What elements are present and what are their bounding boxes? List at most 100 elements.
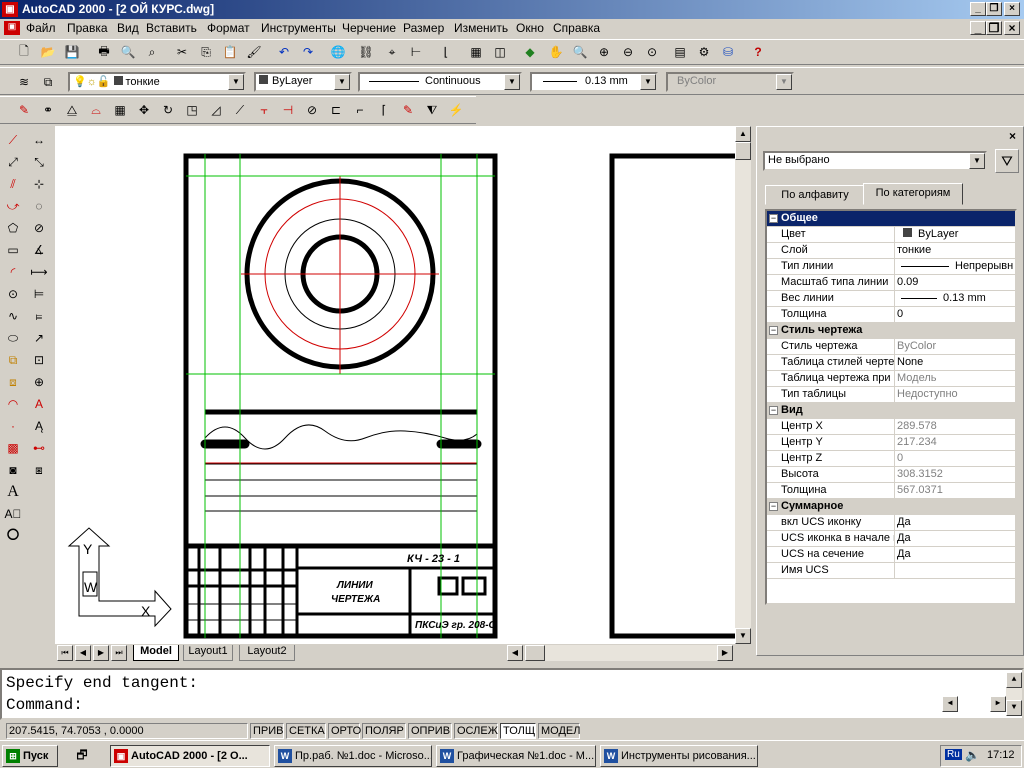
line-icon[interactable]: ⟋ — [2, 130, 24, 150]
task-word-1[interactable]: W Пр.раб. №1.doc - Microso... — [274, 745, 432, 767]
redo-icon[interactable]: ↷ — [298, 42, 318, 62]
undo-icon[interactable]: ↶ — [274, 42, 294, 62]
linear-dim-icon[interactable]: ↔ — [28, 130, 50, 150]
quicklaunch-icon[interactable]: 🗗 — [72, 746, 92, 766]
center-mark-icon[interactable]: ⊕ — [28, 372, 50, 392]
hscroll-thumb[interactable] — [525, 645, 545, 661]
lengthen-icon[interactable]: ⟋ — [230, 100, 250, 120]
offset-icon[interactable]: ⌓ — [86, 100, 106, 120]
tab-categorized[interactable]: По категориям — [863, 183, 963, 205]
ordinate-dim-icon[interactable]: ⊹ — [28, 174, 50, 194]
color-combo[interactable]: ByLayer ▼ — [254, 72, 352, 92]
toggle-model[interactable]: МОДЕЛ — [538, 723, 580, 739]
tab-first-icon[interactable]: ⏮ — [57, 645, 73, 661]
cmd-hscroll-left-icon[interactable]: ◀ — [942, 696, 958, 712]
property-value[interactable]: None — [897, 356, 1013, 368]
scale-icon[interactable]: ◳ — [182, 100, 202, 120]
hatch-icon[interactable]: ▩ — [2, 438, 24, 458]
copy-icon[interactable]: ⎘ — [196, 42, 216, 62]
matchprop-icon[interactable]: 🖌 — [244, 42, 264, 62]
help-icon[interactable]: ? — [748, 42, 768, 62]
property-value[interactable]: ByLayer — [897, 228, 1013, 240]
trim-icon[interactable]: ⫟ — [254, 100, 274, 120]
menu-help[interactable]: Справка — [553, 21, 600, 35]
property-category[interactable]: − Стиль чертежа — [767, 323, 1015, 339]
edit-polyline-icon[interactable]: ⧨ — [422, 100, 442, 120]
new-icon[interactable]: 🗋 — [14, 42, 34, 62]
collapse-icon[interactable]: − — [769, 502, 778, 511]
property-row[interactable]: Центр Z 0 — [767, 451, 1015, 467]
lineweight-combo[interactable]: 0.13 mm ▼ — [530, 72, 658, 92]
open-icon[interactable]: 📂 — [38, 42, 58, 62]
properties-icon[interactable]: ▤ — [670, 42, 690, 62]
named-views-icon[interactable]: ▦ — [466, 42, 486, 62]
property-row[interactable]: Тип таблицы Недоступно — [767, 387, 1015, 403]
property-row[interactable]: Стиль чертежа ByColor — [767, 339, 1015, 355]
tracking-icon[interactable]: ⌖ — [382, 42, 402, 62]
tolerance-icon[interactable]: ⊡ — [28, 350, 50, 370]
menu-file[interactable]: Файл — [26, 21, 56, 35]
property-row[interactable]: Тип линии Непрерывн — [767, 259, 1015, 275]
chamfer-icon[interactable]: ⌐ — [350, 100, 370, 120]
doc-minimize-button[interactable]: _ — [970, 21, 986, 35]
property-category[interactable]: − Вид — [767, 403, 1015, 419]
layer-previous-icon[interactable]: ⧉ — [38, 72, 58, 92]
quick-select-button[interactable]: ⛛ — [995, 149, 1019, 173]
viewport-icon[interactable]: ◫ — [490, 42, 510, 62]
scroll-down-icon[interactable]: ▼ — [735, 628, 751, 644]
menu-draw[interactable]: Черчение — [342, 21, 396, 35]
toggle-snap[interactable]: ПРИВ — [250, 723, 284, 739]
hscroll-track[interactable] — [545, 645, 717, 661]
scroll-up-icon[interactable]: ▲ — [735, 126, 751, 142]
property-row[interactable]: Масштаб типа линии 0.09 — [767, 275, 1015, 291]
command-window[interactable]: Specify end tangent: Command: ▲ ▼ ◀ ▶ — [0, 668, 1024, 720]
fillet-icon[interactable]: ⌈ — [374, 100, 394, 120]
break-point-icon[interactable]: ⊏ — [326, 100, 346, 120]
zoom-extents-icon[interactable]: ⊙ — [642, 42, 662, 62]
3d-orbit-icon[interactable]: ◆ — [520, 42, 540, 62]
cut-icon[interactable]: ✂ — [172, 42, 192, 62]
close-button[interactable]: × — [1004, 2, 1020, 16]
property-value[interactable]: Да — [897, 532, 1013, 544]
language-indicator[interactable]: Ru — [945, 749, 962, 760]
pan-icon[interactable]: ✋ — [546, 42, 566, 62]
property-row[interactable]: UCS на сечение Да — [767, 547, 1015, 563]
chevron-down-icon[interactable]: ▼ — [504, 74, 520, 90]
mirror-icon[interactable]: ⧋ — [62, 100, 82, 120]
zoom-prev-icon[interactable]: ⊖ — [618, 42, 638, 62]
chevron-down-icon[interactable]: ▼ — [334, 74, 350, 90]
leader-icon[interactable]: ↗ — [28, 328, 50, 348]
insert-block-icon[interactable]: ⧉ — [2, 350, 24, 370]
menu-dimension[interactable]: Размер — [403, 21, 444, 35]
rotate-icon[interactable]: ↻ — [158, 100, 178, 120]
cmd-hscroll-right-icon[interactable]: ▶ — [990, 696, 1006, 712]
cmd-scroll-up-icon[interactable]: ▲ — [1006, 672, 1022, 688]
continue-dim-icon[interactable]: ⫢ — [28, 306, 50, 326]
dimedit-icon[interactable]: A — [28, 394, 50, 414]
baseline-dim-icon[interactable]: ⊨ — [28, 284, 50, 304]
task-word-3[interactable]: W Инструменты рисования... — [600, 745, 758, 767]
tab-prev-icon[interactable]: ◀ — [75, 645, 91, 661]
property-value[interactable]: 0.09 — [897, 276, 1013, 288]
tab-next-icon[interactable]: ▶ — [93, 645, 109, 661]
selection-combo[interactable]: Не выбрано ▼ — [763, 151, 987, 171]
quick-dim-icon[interactable]: ⟼ — [28, 262, 50, 282]
property-value[interactable]: 0 — [897, 308, 1013, 320]
collapse-icon[interactable]: − — [769, 406, 778, 415]
circle-icon[interactable]: ⊙ — [2, 284, 24, 304]
point-icon[interactable]: · — [2, 416, 24, 436]
publish-icon[interactable]: ⌕ — [142, 42, 162, 62]
task-autocad[interactable]: ▣ AutoCAD 2000 - [2 О... — [110, 745, 270, 767]
erase-icon[interactable]: ✎ — [14, 100, 34, 120]
toggle-polar[interactable]: ПОЛЯР — [362, 723, 406, 739]
multiline-icon[interactable]: ⫽ — [2, 174, 24, 194]
maximize-button[interactable]: ❐ — [986, 2, 1002, 16]
save-icon[interactable]: 💾 — [62, 42, 82, 62]
rectangle-icon[interactable]: ▭ — [2, 240, 24, 260]
toggle-ortho[interactable]: ОРТО — [328, 723, 361, 739]
toggle-grid[interactable]: СЕТКА — [286, 723, 326, 739]
property-row[interactable]: Высота 308.3152 — [767, 467, 1015, 483]
doc-close-button[interactable]: × — [1004, 21, 1020, 35]
tab-alphabetic[interactable]: По алфавиту — [765, 185, 865, 205]
aligned-dim-icon[interactable]: ⤡ — [28, 152, 50, 172]
